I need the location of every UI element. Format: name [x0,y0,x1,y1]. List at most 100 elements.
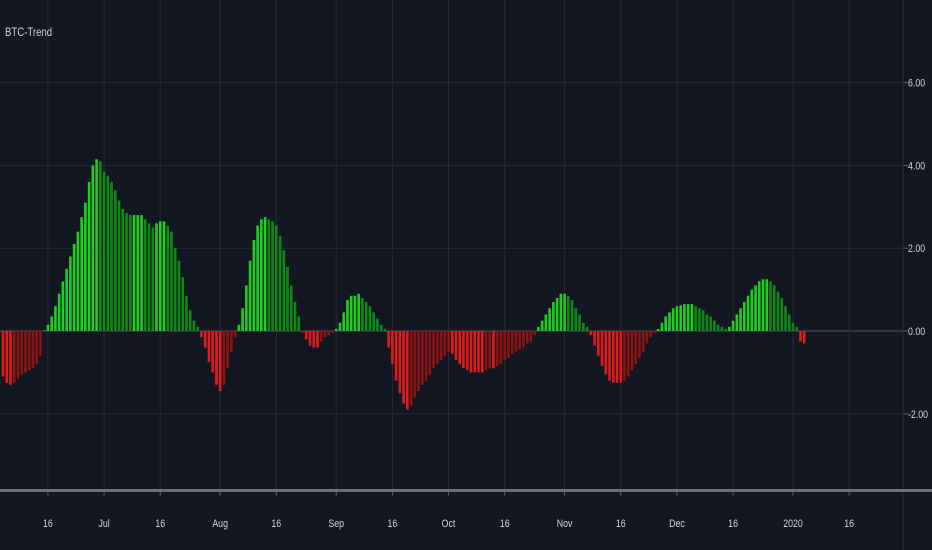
histogram-bar [61,281,65,331]
histogram-bar [675,306,679,331]
histogram-bar [413,331,417,398]
histogram-bar [158,221,162,331]
histogram-bar [308,331,312,346]
histogram-bar [664,316,667,331]
indicator-chart[interactable]: 6.00 4.00 2.00 0.00 -2.00 16 Jul 16 Aug 16 Sep 16 O… [0,0,932,550]
x-tick-label: 16 [155,518,165,530]
histogram-bar [136,215,140,331]
histogram-bar [555,297,559,331]
histogram-bar [102,171,106,331]
histogram-bar [200,331,203,338]
histogram-bar [99,161,102,331]
x-tick-label: 2020 [783,518,803,530]
histogram-bar [567,295,570,331]
histogram-bar [95,159,98,331]
histogram-bar [342,312,346,331]
histogram-bar [802,331,806,344]
histogram-bar [147,223,151,331]
histogram-bar [720,326,724,331]
histogram-bar [132,215,136,331]
histogram-bar [387,331,390,348]
histogram-bar [143,219,147,331]
histogram-bar [91,165,95,331]
histogram-bar [754,285,757,331]
histogram-bar [177,260,181,331]
histogram-bar [436,331,439,365]
histogram-bar [750,289,754,331]
histogram-bar [391,331,394,365]
histogram-bar [578,314,581,331]
histogram-bar [192,320,196,331]
histogram-bar [518,331,521,350]
histogram-bar [383,328,387,331]
histogram-bar [432,331,435,369]
histogram-bar [1,331,5,377]
histogram-bar [162,221,166,331]
histogram-bar [484,331,488,371]
histogram-bar [776,291,780,331]
histogram-bar [125,213,128,331]
histogram-bar [42,330,46,332]
histogram-bar [215,331,218,385]
histogram-bar [353,295,357,331]
histogram-bar [439,331,443,360]
histogram-bar [698,308,701,331]
grid-lines [0,0,903,491]
indicator-title[interactable]: BTC-Trend [5,25,52,39]
histogram-bar [87,181,91,331]
histogram-bar [316,331,319,348]
histogram-bar [799,331,802,342]
histogram-bar [593,331,596,346]
histogram-bar [203,331,207,348]
histogram-bar [222,331,226,385]
histogram-bar [379,324,383,331]
histogram-bar [394,331,398,381]
histogram-bar [765,279,769,331]
histogram-bar [181,277,185,331]
histogram-bar [668,312,671,331]
histogram-bar [596,331,600,356]
histogram-bar [312,331,316,348]
histogram-bar [739,308,742,331]
histogram-bar [728,326,731,331]
histogram-bar [155,223,158,331]
x-tick-label: Oct [442,518,456,530]
histogram-bar [492,331,495,369]
histogram-bar [248,260,252,331]
histogram-bar [522,331,525,348]
price-axis[interactable]: 6.00 4.00 2.00 0.00 -2.00 [902,0,928,550]
histogram-bar [35,331,38,365]
histogram-bar [252,239,256,331]
histogram-bar [226,331,229,369]
histogram-bar [570,299,574,331]
histogram-bar [361,297,364,331]
histogram-bar [784,306,787,331]
histogram-bar [128,215,132,331]
pane-separator[interactable] [0,489,932,492]
histogram-bar [443,331,447,356]
histogram-bar [716,324,720,331]
histogram-bar [173,248,177,331]
histogram-bar [563,293,566,331]
time-axis[interactable]: 16 Jul 16 Aug 16 Sep 16 Oct 16 Nov 16 Dec 16 2020 16 [0,489,932,530]
histogram-bar [263,217,267,331]
histogram-bar [746,295,750,331]
histogram-bar [510,331,514,354]
histogram-bar [331,331,334,334]
histogram-bar [346,299,349,331]
histogram-bar [544,314,548,331]
histogram-bar [559,293,563,331]
histogram-bar [275,225,278,331]
histogram-bar [705,314,709,331]
histogram-bar [245,285,248,331]
histogram-bar [533,331,536,336]
histogram-bar [454,331,458,360]
x-tick-label: Jul [98,518,109,530]
histogram-bar [20,331,24,375]
x-tick-label: 16 [500,518,510,530]
histogram-bar [16,331,20,379]
histogram-bar [230,331,233,352]
histogram-bar [110,181,113,331]
histogram-bar [117,200,121,331]
histogram-bar [529,331,533,342]
